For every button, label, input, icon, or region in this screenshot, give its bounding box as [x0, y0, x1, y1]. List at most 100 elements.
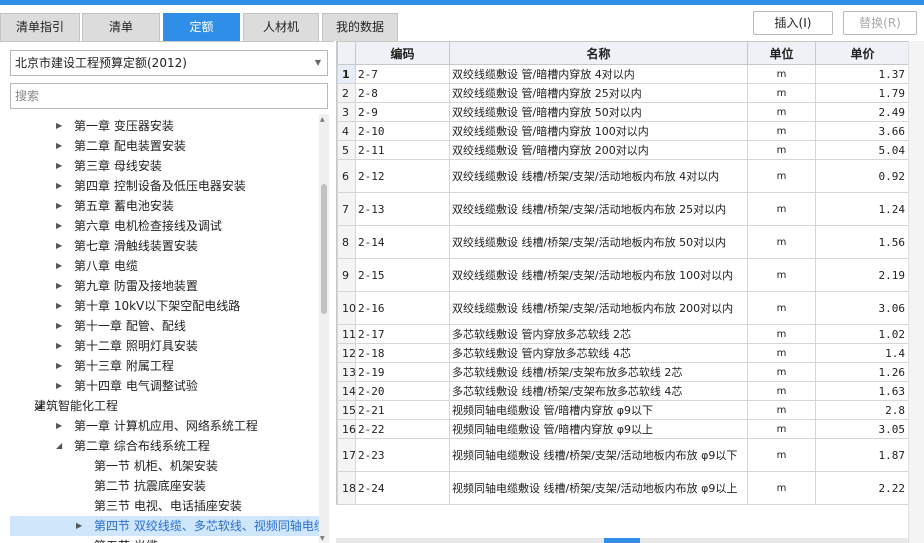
cell-name[interactable]: 双绞线缆敷设 管/暗槽内穿放 100对以内	[449, 121, 748, 141]
cell-unit[interactable]: m	[747, 438, 816, 472]
cell-code[interactable]: 2-16	[355, 291, 450, 325]
cell-name[interactable]: 双绞线缆敷设 线槽/桥架/支架/活动地板内布放 100对以内	[449, 258, 748, 292]
cell-unit[interactable]: m	[747, 362, 816, 382]
cell-name[interactable]: 双绞线缆敷设 管/暗槽内穿放 4对以内	[449, 64, 748, 84]
cell-price[interactable]: 1.63	[815, 381, 910, 401]
cell-unit[interactable]: m	[747, 64, 816, 84]
row-index[interactable]: 15	[337, 400, 356, 420]
tab-my-data[interactable]: 我的数据	[322, 13, 398, 41]
cell-unit[interactable]: m	[747, 419, 816, 439]
cell-unit[interactable]: m	[747, 83, 816, 103]
cell-name[interactable]: 视频同轴电缆敷设 管/暗槽内穿放 φ9以上	[449, 419, 748, 439]
insert-button[interactable]: 插入(I)	[753, 11, 833, 35]
tree-node[interactable]: ◢ 建筑智能化工程	[10, 396, 320, 416]
cell-code[interactable]: 2-19	[355, 362, 450, 382]
expand-icon[interactable]: ▶	[56, 196, 62, 216]
col-header-price[interactable]: 单价	[815, 41, 910, 65]
table-row[interactable]: 15 2-21 视频同轴电缆敷设 管/暗槽内穿放 φ9以下 m 2.8	[337, 400, 910, 420]
cell-name[interactable]: 双绞线缆敷设 线槽/桥架/支架/活动地板内布放 25对以内	[449, 192, 748, 226]
table-row[interactable]: 2 2-8 双绞线缆敷设 管/暗槽内穿放 25对以内 m 1.79	[337, 83, 910, 103]
table-row[interactable]: 10 2-16 双绞线缆敷设 线槽/桥架/支架/活动地板内布放 200对以内 m 3.0…	[337, 291, 910, 325]
cell-price[interactable]: 1.02	[815, 324, 910, 344]
table-row[interactable]: 9 2-15 双绞线缆敷设 线槽/桥架/支架/活动地板内布放 100对以内 m 2.19	[337, 258, 910, 292]
tree-node[interactable]: ◢ 第二章 综合布线系统工程	[10, 436, 320, 456]
cell-unit[interactable]: m	[747, 192, 816, 226]
cell-name[interactable]: 多芯软线敷设 管内穿放多芯软线 2芯	[449, 324, 748, 344]
expand-icon[interactable]: ▶	[56, 156, 62, 176]
expand-icon[interactable]: ▶	[56, 376, 62, 396]
cell-price[interactable]: 2.8	[815, 400, 910, 420]
cell-price[interactable]: 1.37	[815, 64, 910, 84]
cell-code[interactable]: 2-20	[355, 381, 450, 401]
table-row[interactable]: 8 2-14 双绞线缆敷设 线槽/桥架/支架/活动地板内布放 50对以内 m 1.56	[337, 225, 910, 259]
cell-code[interactable]: 2-13	[355, 192, 450, 226]
cell-price[interactable]: 1.56	[815, 225, 910, 259]
expand-icon[interactable]: ▶	[56, 136, 62, 156]
tab-list[interactable]: 清单	[82, 13, 160, 41]
col-header-name[interactable]: 名称	[449, 41, 748, 65]
cell-name[interactable]: 双绞线缆敷设 管/暗槽内穿放 25对以内	[449, 83, 748, 103]
cell-unit[interactable]: m	[747, 471, 816, 505]
cell-name[interactable]: 多芯软线敷设 线槽/桥架/支架布放多芯软线 4芯	[449, 381, 748, 401]
cell-unit[interactable]: m	[747, 381, 816, 401]
cell-unit[interactable]: m	[747, 400, 816, 420]
row-index[interactable]: 2	[337, 83, 356, 103]
expand-icon[interactable]: ▶	[56, 256, 62, 276]
quota-library-select[interactable]: 北京市建设工程预算定额(2012) ▼	[10, 50, 328, 76]
cell-unit[interactable]: m	[747, 121, 816, 141]
cell-price[interactable]: 1.24	[815, 192, 910, 226]
grid-horizontal-scrollbar[interactable]	[336, 538, 908, 543]
table-row[interactable]: 18 2-24 视频同轴电缆敷设 线槽/桥架/支架/活动地板内布放 φ9以上 m 2.2…	[337, 471, 910, 505]
cell-unit[interactable]: m	[747, 225, 816, 259]
cell-code[interactable]: 2-12	[355, 159, 450, 193]
tree-node[interactable]: ▶ 第八章 电缆	[10, 256, 320, 276]
row-index[interactable]: 17	[337, 438, 356, 472]
tree-node[interactable]: ▶ 第二章 配电装置安装	[10, 136, 320, 156]
cell-code[interactable]: 2-8	[355, 83, 450, 103]
table-row[interactable]: 17 2-23 视频同轴电缆敷设 线槽/桥架/支架/活动地板内布放 φ9以下 m 1.8…	[337, 438, 910, 472]
cell-unit[interactable]: m	[747, 159, 816, 193]
cell-price[interactable]: 1.26	[815, 362, 910, 382]
tree-node[interactable]: 第三节 电视、电话插座安装	[10, 496, 320, 516]
tree-node[interactable]: 第二节 抗震底座安装	[10, 476, 320, 496]
cell-price[interactable]: 1.79	[815, 83, 910, 103]
cell-price[interactable]: 2.49	[815, 102, 910, 122]
cell-price[interactable]: 2.22	[815, 471, 910, 505]
grid-scrollbar-thumb[interactable]	[604, 538, 640, 543]
row-index[interactable]: 7	[337, 192, 356, 226]
cell-name[interactable]: 双绞线缆敷设 管/暗槽内穿放 50对以内	[449, 102, 748, 122]
expand-icon[interactable]: ▶	[56, 116, 62, 136]
cell-price[interactable]: 0.92	[815, 159, 910, 193]
cell-code[interactable]: 2-17	[355, 324, 450, 344]
cell-price[interactable]: 3.05	[815, 419, 910, 439]
tree-node[interactable]: ▶ 第一章 变压器安装	[10, 116, 320, 136]
tree-node[interactable]: ▶ 第五章 蓄电池安装	[10, 196, 320, 216]
expand-icon[interactable]: ▶	[56, 316, 62, 336]
tree-node[interactable]: 第一节 机柜、机架安装	[10, 456, 320, 476]
tree-node[interactable]: ▶ 第十一章 配管、配线	[10, 316, 320, 336]
table-row[interactable]: 6 2-12 双绞线缆敷设 线槽/桥架/支架/活动地板内布放 4对以内 m 0.92	[337, 159, 910, 193]
cell-code[interactable]: 2-18	[355, 343, 450, 363]
expand-icon[interactable]: ▶	[76, 516, 82, 536]
tree-node[interactable]: ▶ 第一章 计算机应用、网络系统工程	[10, 416, 320, 436]
tree-node[interactable]: ▶ 第十二章 照明灯具安装	[10, 336, 320, 356]
table-row[interactable]: 11 2-17 多芯软线敷设 管内穿放多芯软线 2芯 m 1.02	[337, 324, 910, 344]
cell-name[interactable]: 视频同轴电缆敷设 管/暗槽内穿放 φ9以下	[449, 400, 748, 420]
table-row[interactable]: 13 2-19 多芯软线敷设 线槽/桥架/支架布放多芯软线 2芯 m 1.26	[337, 362, 910, 382]
table-row[interactable]: 3 2-9 双绞线缆敷设 管/暗槽内穿放 50对以内 m 2.49	[337, 102, 910, 122]
row-index[interactable]: 12	[337, 343, 356, 363]
cell-unit[interactable]: m	[747, 140, 816, 160]
cell-price[interactable]: 3.66	[815, 121, 910, 141]
table-row[interactable]: 12 2-18 多芯软线敷设 管内穿放多芯软线 4芯 m 1.4	[337, 343, 910, 363]
tree-node[interactable]: ▶ 第五节 光缆	[10, 536, 320, 543]
tab-list-guide[interactable]: 清单指引	[0, 13, 80, 41]
cell-unit[interactable]: m	[747, 258, 816, 292]
row-index[interactable]: 4	[337, 121, 356, 141]
scroll-down-icon[interactable]: ▼	[320, 535, 325, 542]
cell-name[interactable]: 多芯软线敷设 管内穿放多芯软线 4芯	[449, 343, 748, 363]
expand-icon[interactable]: ▶	[56, 236, 62, 256]
expand-icon[interactable]: ▶	[56, 296, 62, 316]
row-index[interactable]: 11	[337, 324, 356, 344]
row-index[interactable]: 3	[337, 102, 356, 122]
table-row[interactable]: 4 2-10 双绞线缆敷设 管/暗槽内穿放 100对以内 m 3.66	[337, 121, 910, 141]
